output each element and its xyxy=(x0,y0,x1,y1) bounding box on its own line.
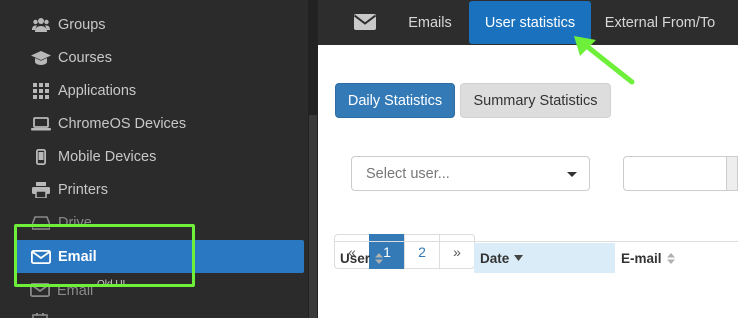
sidebar-item-chromeos-devices[interactable]: ChromeOS Devices xyxy=(0,107,308,140)
users-icon xyxy=(30,17,52,33)
annotation-arrow xyxy=(574,36,635,85)
tab-label: External From/To xyxy=(604,14,716,31)
user-select[interactable]: Select user... xyxy=(351,156,590,191)
sidebar-scrollbar[interactable] xyxy=(308,0,318,318)
tab-label: Emails xyxy=(408,14,452,31)
sidebar-item-printers[interactable]: Printers xyxy=(0,173,308,206)
sort-desc-icon xyxy=(514,255,524,261)
column-header-label: Date xyxy=(480,250,510,266)
user-select-placeholder: Select user... xyxy=(366,165,450,182)
main-content: Daily Statistics Summary Statistics Sele… xyxy=(318,45,738,318)
sidebar-item-label: Courses xyxy=(58,49,112,66)
email-highlight-annotation xyxy=(14,224,195,287)
date-input-addon[interactable] xyxy=(727,156,738,191)
sort-icon xyxy=(666,252,675,264)
mobile-icon xyxy=(30,148,52,165)
graduation-cap-icon xyxy=(30,50,52,65)
sidebar-item-label: Groups xyxy=(58,16,106,33)
column-header-label: User xyxy=(340,250,371,266)
table-top-border xyxy=(334,241,738,242)
sidebar-item-label: Printers xyxy=(58,181,108,198)
daily-statistics-button[interactable]: Daily Statistics xyxy=(335,83,455,118)
column-header-email[interactable]: E-mail xyxy=(615,243,738,273)
email-top-nav: Emails User statistics External From/To xyxy=(318,0,738,45)
column-header-user[interactable]: User xyxy=(334,243,474,273)
sidebar-item-label: ChromeOS Devices xyxy=(58,115,187,132)
sidebar: Groups Courses Applications ChromeOS Dev… xyxy=(0,0,308,318)
sidebar-item-label: Mobile Devices xyxy=(58,148,157,165)
calendar-icon xyxy=(32,310,48,318)
sidebar-item-mobile-devices[interactable]: Mobile Devices xyxy=(0,140,308,173)
tab-emails[interactable]: Emails xyxy=(396,0,464,45)
sidebar-item-label: Applications xyxy=(58,82,137,99)
column-header-label: E-mail xyxy=(621,250,662,266)
sidebar-item-applications[interactable]: Applications xyxy=(0,74,308,107)
sidebar-item-courses[interactable]: Courses xyxy=(0,41,308,74)
button-label: Summary Statistics xyxy=(473,92,598,109)
date-input[interactable] xyxy=(623,156,727,191)
scrollbar-thumb[interactable] xyxy=(309,115,317,318)
printer-icon xyxy=(30,181,52,198)
envelope-icon xyxy=(353,14,377,35)
tab-label: User statistics xyxy=(484,14,576,31)
laptop-icon xyxy=(30,116,52,131)
button-label: Daily Statistics xyxy=(347,92,443,109)
sidebar-item-groups[interactable]: Groups xyxy=(0,8,308,41)
caret-down-icon xyxy=(567,172,577,177)
sort-icon xyxy=(375,252,384,264)
grid-icon xyxy=(30,82,52,99)
column-header-date[interactable]: Date xyxy=(474,243,615,273)
